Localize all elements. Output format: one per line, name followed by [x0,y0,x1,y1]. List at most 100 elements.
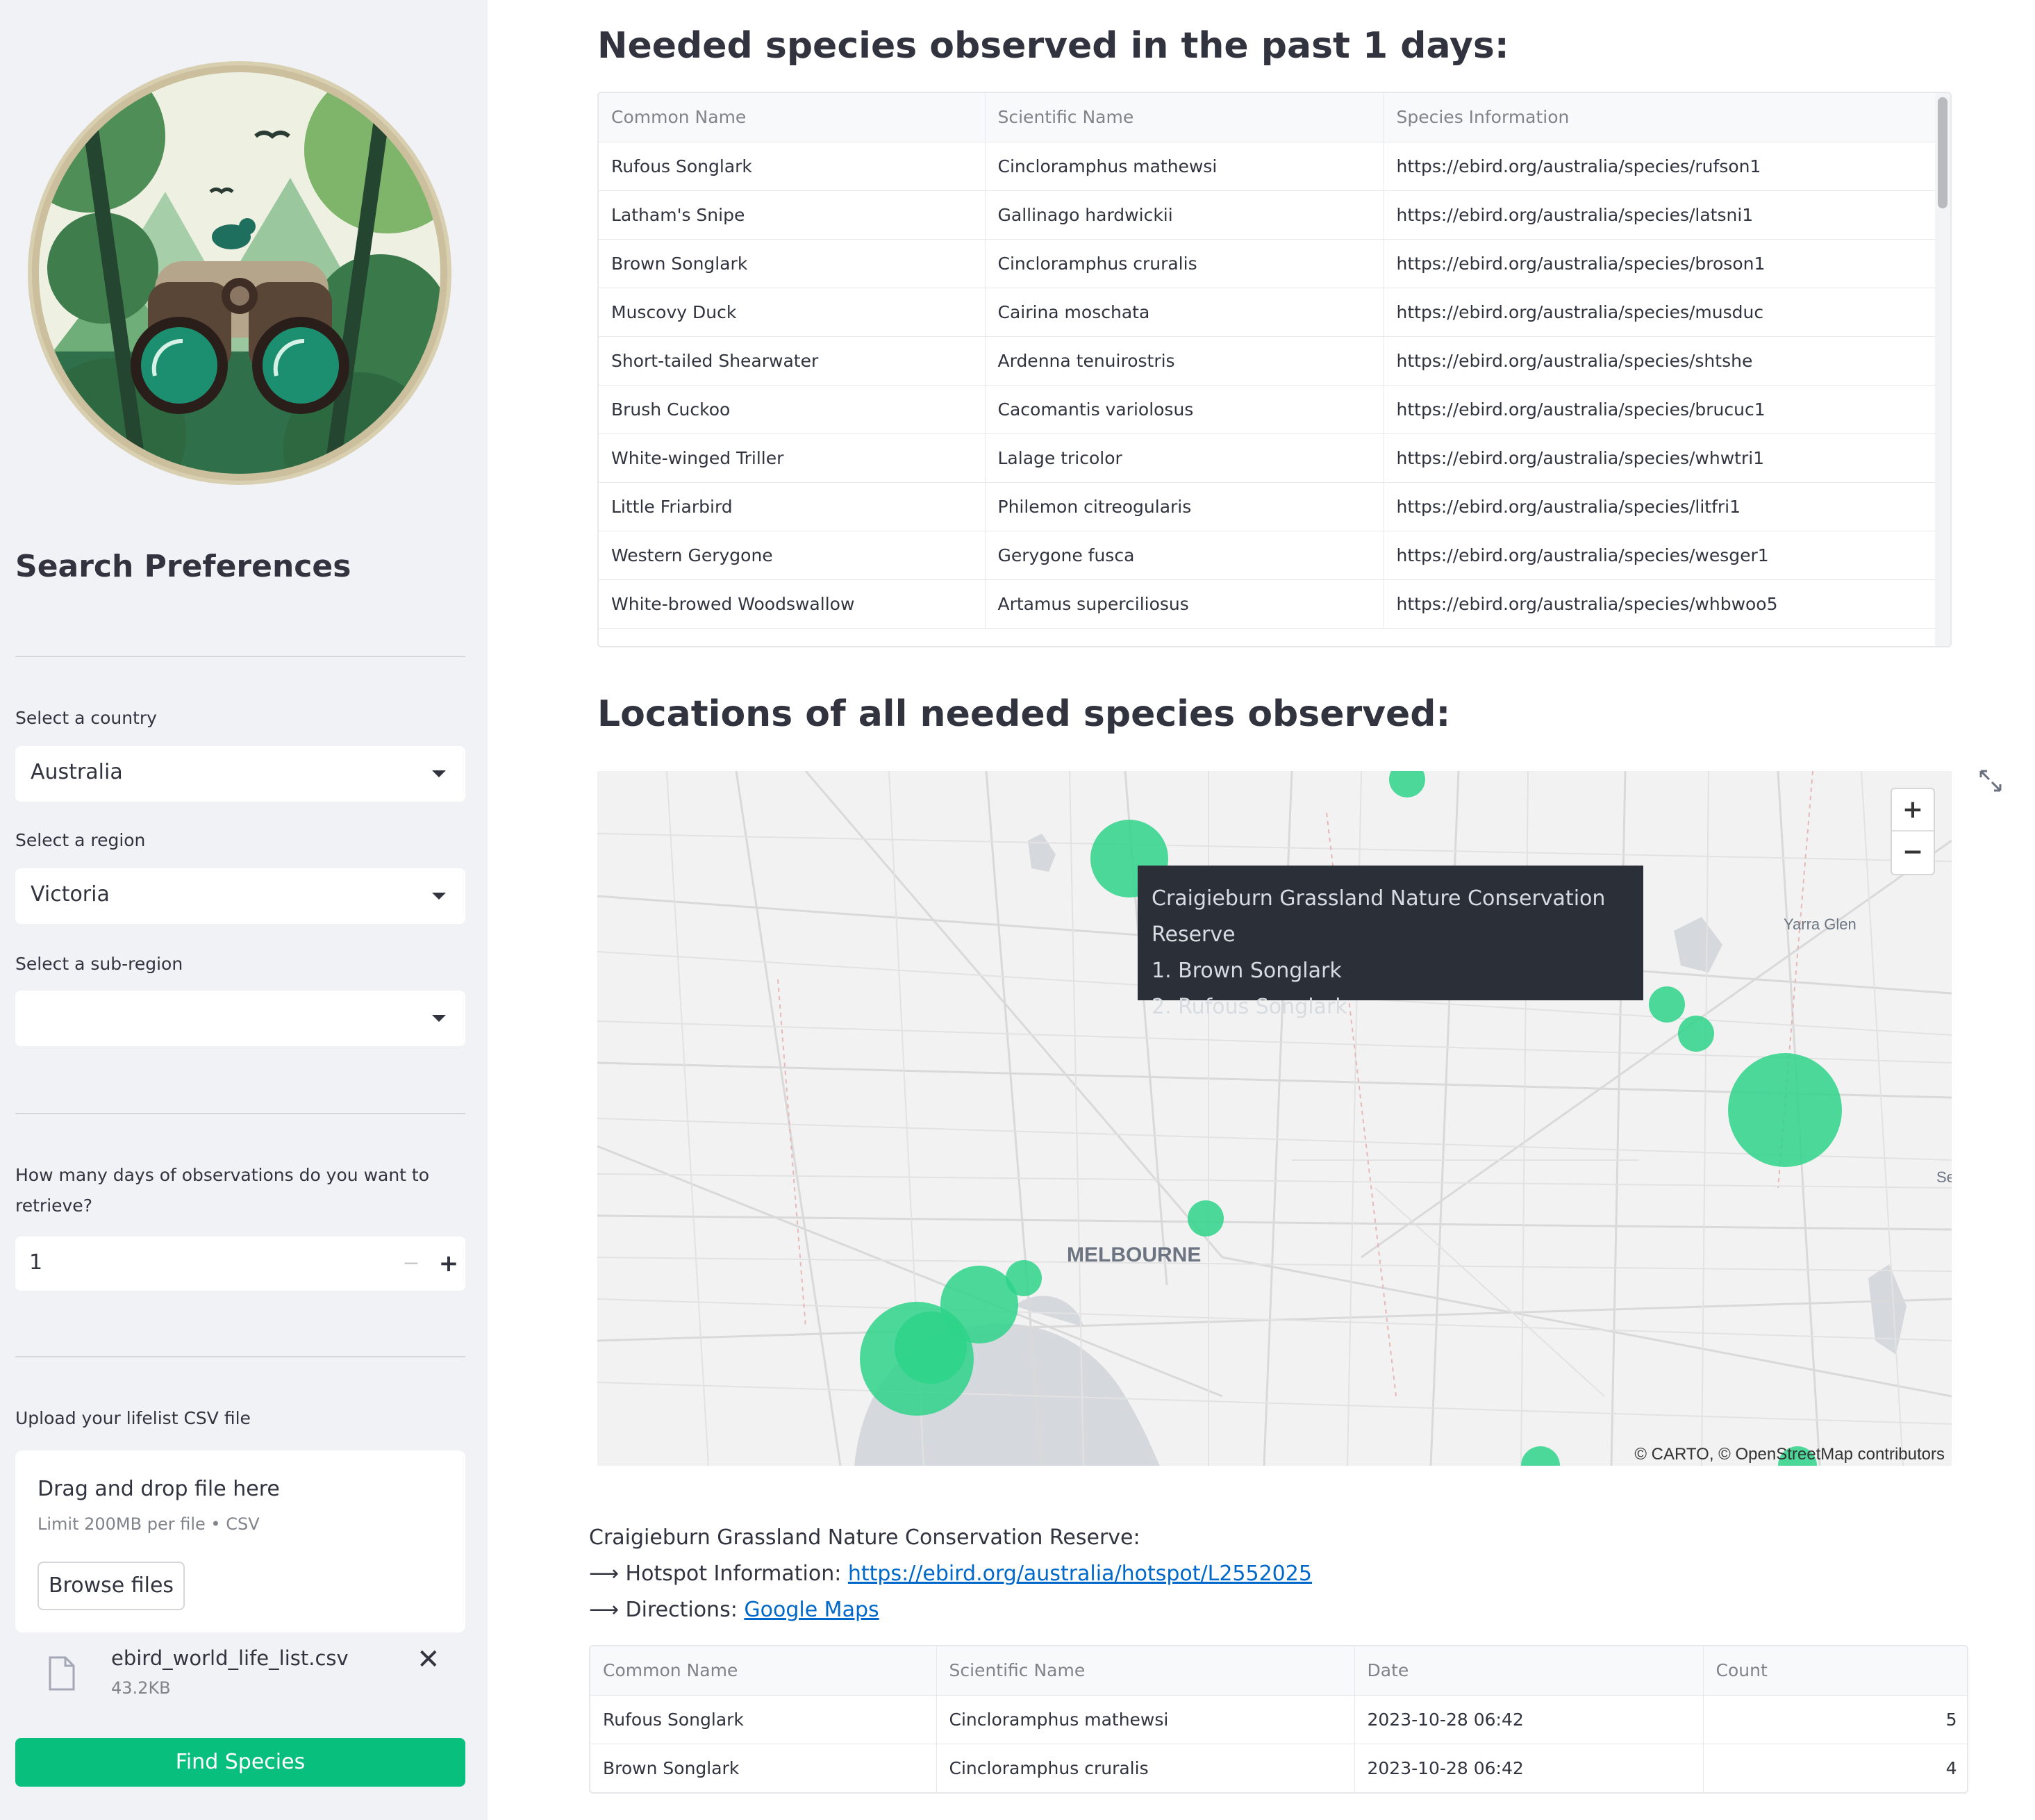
table-cell[interactable]: Short-tailed Shearwater [599,336,986,386]
species-map[interactable]: MELBOURNE Yarra Glen Se + − Craigieburn … [597,771,1952,1466]
tooltip-title: Craigieburn Grassland Nature Conservatio… [1152,886,1606,947]
table-cell[interactable]: Latham's Snipe [599,190,986,240]
table-cell[interactable]: 4 [1703,1744,1967,1792]
table-cell[interactable]: Brush Cuckoo [599,385,986,434]
table-row[interactable]: White-browed Woodswallow Artamus supercil… [599,579,1938,629]
zoom-in-button[interactable]: + [1892,789,1934,832]
increment-button[interactable]: + [435,1246,463,1281]
table-cell[interactable]: Cincloramphus cruralis [936,1744,1355,1792]
column-header[interactable]: Common Name [590,1646,937,1696]
tooltip-item: 2. Rufous Songlark [1152,995,1347,1019]
table-row[interactable]: Western Gerygone Gerygone fusca https://eb… [599,531,1938,580]
binoculars-logo [28,61,451,485]
country-select[interactable]: Australia [15,746,465,802]
find-species-button[interactable]: Find Species [15,1738,465,1787]
table-cell[interactable]: Brown Songlark [590,1744,937,1792]
hotspot-link[interactable]: https://ebird.org/australia/hotspot/L255… [848,1562,1312,1586]
town-label: Se [1936,1168,1952,1186]
column-header[interactable]: Common Name [599,93,986,142]
search-preferences-heading: Search Preferences [15,549,351,584]
file-name: ebird_world_life_list.csv [111,1646,349,1670]
subregion-label: Select a sub-region [15,954,183,974]
hotspot-info: Craigieburn Grassland Nature Conservatio… [589,1520,1312,1628]
table-cell[interactable]: Cincloramphus mathewsi [985,142,1384,191]
dropzone-title: Drag and drop file here [38,1477,280,1501]
table-cell[interactable]: White-browed Woodswallow [599,579,986,629]
table-row[interactable]: Muscovy Duck Cairina moschata https://ebir… [599,288,1938,337]
table-scrollbar[interactable] [1935,93,1950,646]
zoom-out-button[interactable]: − [1892,832,1934,874]
table-cell[interactable]: Lalage tricolor [985,433,1384,483]
decrement-button[interactable]: − [390,1246,432,1281]
melbourne-label: MELBOURNE [1067,1243,1201,1266]
file-size: 43.2KB [111,1678,171,1698]
table-row[interactable]: Latham's Snipe Gallinago hardwickii https:… [599,190,1938,240]
table-cell[interactable]: Philemon citreogularis [985,482,1384,531]
table-cell[interactable]: Artamus superciliosus [985,579,1384,629]
table-cell[interactable]: https://ebird.org/australia/species/musd… [1384,288,1938,337]
table-cell[interactable]: Western Gerygone [599,531,986,580]
region-select[interactable]: Victoria [15,868,465,924]
table-cell[interactable]: Rufous Songlark [599,142,986,191]
hotspot-marker[interactable] [1649,986,1685,1023]
fullscreen-icon[interactable] [1977,767,2004,795]
hotspot-marker[interactable] [1678,1016,1714,1052]
close-icon[interactable]: ✕ [417,1644,440,1676]
table-cell[interactable]: https://ebird.org/australia/species/shts… [1384,336,1938,386]
column-header[interactable]: Scientific Name [936,1646,1355,1696]
table-cell[interactable]: Rufous Songlark [590,1695,937,1744]
table-cell[interactable]: Little Friarbird [599,482,986,531]
table-cell[interactable]: 2023-10-28 06:42 [1354,1695,1704,1744]
table-cell[interactable]: https://ebird.org/australia/species/whbw… [1384,579,1938,629]
table-cell[interactable]: https://ebird.org/australia/species/bros… [1384,239,1938,288]
column-header[interactable]: Date [1354,1646,1704,1696]
table-cell[interactable]: Muscovy Duck [599,288,986,337]
table-cell[interactable]: Cacomantis variolosus [985,385,1384,434]
google-maps-link[interactable]: Google Maps [744,1598,879,1622]
needed-species-heading: Needed species observed in the past 1 da… [597,25,1509,67]
column-header[interactable]: Species Information [1384,93,1938,142]
browse-files-button[interactable]: Browse files [38,1562,185,1610]
hotspot-marker[interactable] [895,1312,967,1384]
table-cell[interactable]: https://ebird.org/australia/species/rufs… [1384,142,1938,191]
table-cell[interactable]: White-winged Triller [599,433,986,483]
map-attribution: © CARTO, © OpenStreetMap contributors [1634,1445,1945,1464]
column-header[interactable]: Count [1703,1646,1967,1696]
directions-line: ⟶ Directions: Google Maps [589,1592,1312,1628]
subregion-select[interactable] [15,991,465,1046]
table-row[interactable]: White-winged Triller Lalage tricolor https… [599,433,1938,483]
table-row[interactable]: Rufous Songlark Cincloramphus mathewsi htt… [599,142,1938,191]
region-label: Select a region [15,830,146,850]
species-table[interactable]: Common Name Scientific Name Species Inform… [597,92,1952,647]
table-cell[interactable]: 2023-10-28 06:42 [1354,1744,1704,1792]
column-header[interactable]: Scientific Name [985,93,1384,142]
table-row[interactable]: Little Friarbird Philemon citreogularis ht… [599,482,1938,531]
hotspot-marker[interactable] [1728,1053,1842,1167]
table-cell[interactable]: https://ebird.org/australia/species/bruc… [1384,385,1938,434]
hotspot-marker[interactable] [1188,1200,1224,1236]
table-cell[interactable]: Gallinago hardwickii [985,190,1384,240]
scrollbar-thumb[interactable] [1938,97,1947,208]
table-cell[interactable]: https://ebird.org/australia/species/wesg… [1384,531,1938,580]
dropzone-limit: Limit 200MB per file • CSV [38,1514,260,1534]
table-cell[interactable]: Brown Songlark [599,239,986,288]
table-row[interactable]: Brown Songlark Cincloramphus cruralis 2023… [590,1744,1967,1792]
table-row[interactable]: Brown Songlark Cincloramphus cruralis http… [599,239,1938,288]
table-row[interactable]: Short-tailed Shearwater Ardenna tenuirost… [599,336,1938,386]
table-cell[interactable]: 5 [1703,1695,1967,1744]
table-cell[interactable]: https://ebird.org/australia/species/litf… [1384,482,1938,531]
observations-table[interactable]: Common Name Scientific Name Date Count Rufo… [589,1645,1968,1794]
table-cell[interactable]: https://ebird.org/australia/species/whwt… [1384,433,1938,483]
table-cell[interactable]: Gerygone fusca [985,531,1384,580]
table-cell[interactable]: Cincloramphus cruralis [985,239,1384,288]
table-cell[interactable]: Ardenna tenuirostris [985,336,1384,386]
table-cell[interactable]: Cairina moschata [985,288,1384,337]
table-row[interactable]: Rufous Songlark Cincloramphus mathewsi 202… [590,1695,1967,1744]
table-cell[interactable]: Cincloramphus mathewsi [936,1695,1355,1744]
days-number-input[interactable]: 1 − + [15,1236,465,1291]
file-icon [49,1656,75,1691]
file-dropzone[interactable]: Drag and drop file here Limit 200MB per … [15,1450,465,1632]
table-row[interactable]: Brush Cuckoo Cacomantis variolosus https:/… [599,385,1938,434]
directions-prefix: ⟶ Directions: [589,1598,745,1622]
table-cell[interactable]: https://ebird.org/australia/species/lats… [1384,190,1938,240]
